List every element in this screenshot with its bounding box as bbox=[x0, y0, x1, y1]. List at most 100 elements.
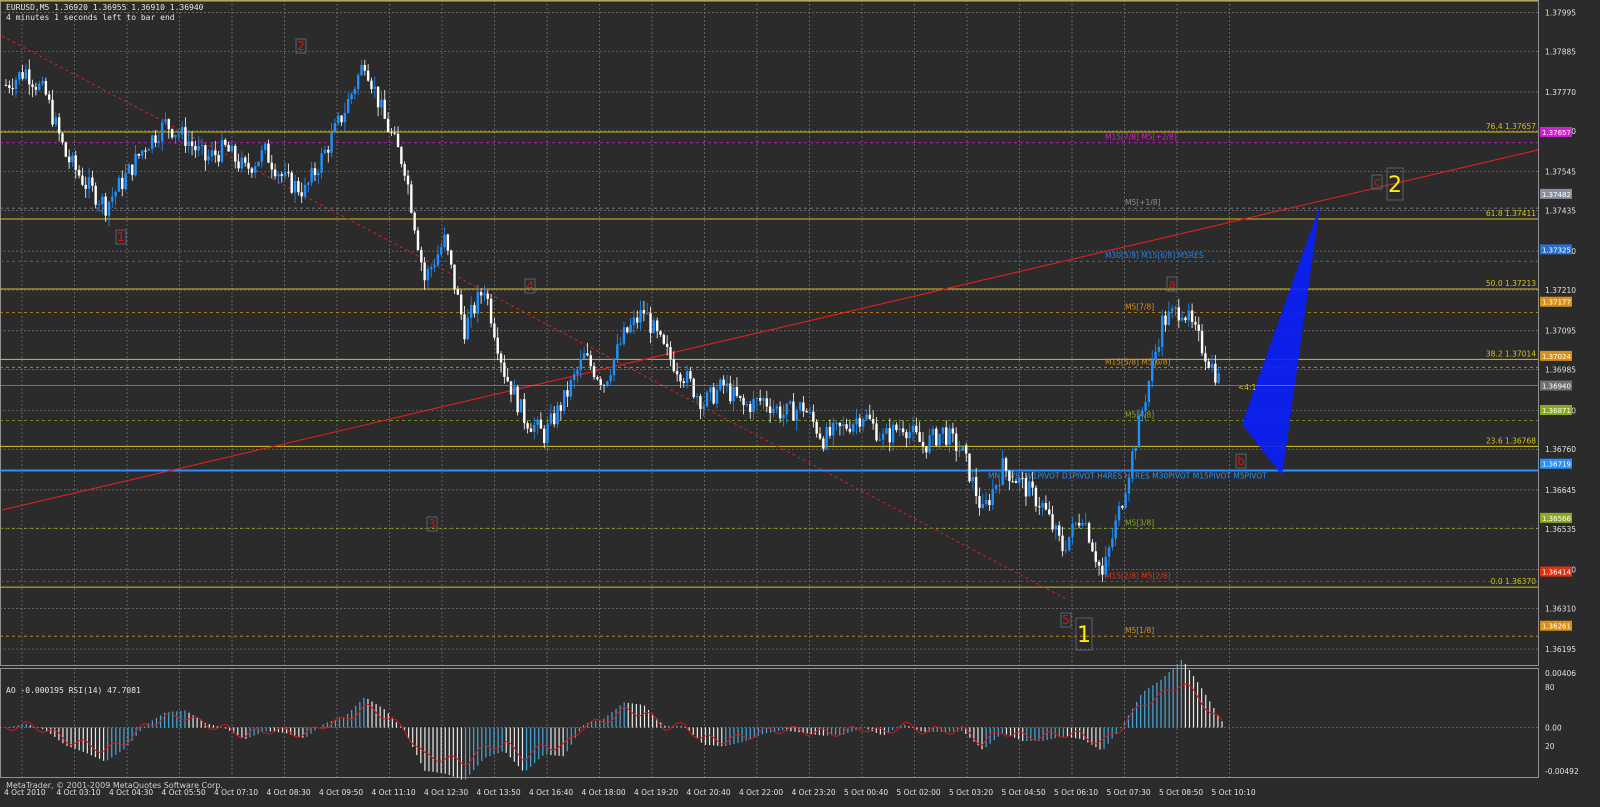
candle-body bbox=[150, 135, 154, 150]
candle-body bbox=[695, 395, 699, 398]
candle-body bbox=[1087, 523, 1091, 543]
candle-body bbox=[64, 142, 68, 157]
candle-body bbox=[768, 406, 772, 413]
candle-body bbox=[443, 234, 446, 248]
sub-tick-label: -0.00492 bbox=[1545, 767, 1579, 776]
candle-body bbox=[835, 422, 838, 424]
candle-body bbox=[1107, 547, 1111, 557]
candle-body bbox=[1038, 506, 1041, 508]
candle-body bbox=[287, 172, 290, 174]
candle-body bbox=[596, 377, 599, 380]
sub-tick-label: 0.00 bbox=[1545, 724, 1562, 733]
candle-body bbox=[865, 414, 868, 420]
candle-body bbox=[224, 139, 227, 145]
candle-body bbox=[187, 141, 190, 147]
candle-body bbox=[868, 414, 872, 420]
candle-body bbox=[124, 173, 127, 189]
candle-body bbox=[1034, 487, 1038, 507]
time-tick-label: 5 Oct 08:50 bbox=[1159, 788, 1203, 797]
candle-body bbox=[745, 404, 749, 406]
candle-body bbox=[685, 371, 689, 384]
candle-body bbox=[988, 500, 991, 506]
price-tick-label: 1.37770 bbox=[1545, 88, 1576, 97]
candle-body bbox=[1151, 360, 1154, 382]
candle-body bbox=[559, 405, 563, 411]
candle-body bbox=[1011, 481, 1014, 483]
time-tick-label: 4 Oct 20:40 bbox=[687, 788, 731, 797]
candle-body bbox=[1167, 311, 1171, 325]
sub-tick-label: 0.00406 bbox=[1545, 669, 1576, 678]
candle-body bbox=[692, 378, 695, 398]
candle-body bbox=[18, 72, 21, 80]
candle-body bbox=[253, 166, 257, 173]
candle-body bbox=[44, 81, 48, 95]
candle-body bbox=[875, 423, 878, 441]
murrey-label: MN1[6/8] W1PIVOT D1PIVOT H4RES H1RES M30… bbox=[988, 471, 1267, 480]
candle-body bbox=[323, 149, 327, 154]
candle-body bbox=[430, 267, 433, 270]
candle-body bbox=[360, 64, 363, 76]
candle-body bbox=[509, 381, 513, 395]
candle-body bbox=[908, 432, 911, 439]
candle-body bbox=[632, 317, 636, 325]
candle-body bbox=[702, 406, 705, 410]
price-tick-label: 1.37885 bbox=[1545, 47, 1576, 56]
candle-body bbox=[599, 379, 602, 385]
candle-body bbox=[825, 427, 828, 449]
candle-body bbox=[629, 324, 632, 333]
candle-body bbox=[901, 428, 905, 433]
candle-body bbox=[802, 402, 805, 412]
candle-body bbox=[1160, 315, 1164, 347]
price-tick-label: 1.36195 bbox=[1545, 645, 1576, 654]
candle-body bbox=[81, 175, 84, 185]
candle-body bbox=[356, 75, 360, 89]
candle-body bbox=[938, 433, 941, 446]
candle-body bbox=[1041, 503, 1044, 508]
candle-body bbox=[67, 156, 71, 163]
chart-window[interactable]: 1.379951.378851.377701.376601.375451.374… bbox=[0, 0, 1600, 807]
candle-body bbox=[117, 177, 121, 192]
candle-body bbox=[881, 433, 885, 440]
candle-body bbox=[898, 428, 901, 431]
candle-body bbox=[1004, 458, 1008, 471]
candle-body bbox=[217, 155, 220, 162]
candle-body bbox=[742, 397, 745, 406]
candle-body bbox=[533, 424, 536, 432]
candle-body bbox=[164, 119, 167, 123]
candle-body bbox=[54, 117, 58, 125]
candle-body bbox=[845, 424, 848, 429]
candle-body bbox=[765, 398, 769, 407]
candle-body bbox=[111, 196, 114, 202]
candle-body bbox=[506, 376, 509, 382]
price-chart[interactable]: 1.379951.378851.377701.376601.375451.374… bbox=[0, 0, 1600, 807]
candle-body bbox=[14, 79, 18, 90]
candle-body bbox=[715, 389, 719, 404]
candle-body bbox=[911, 425, 915, 433]
candle-body bbox=[1214, 363, 1217, 383]
candle-body bbox=[1164, 315, 1167, 325]
candle-body bbox=[4, 84, 8, 86]
candle-body bbox=[210, 150, 214, 157]
candle-body bbox=[735, 387, 739, 396]
candle-body bbox=[373, 86, 376, 89]
candle-body bbox=[21, 72, 24, 79]
symbol-header: EURUSD,M5 1.36920 1.36955 1.36910 1.3694… bbox=[6, 3, 204, 12]
price-tick-label: 1.37545 bbox=[1545, 168, 1576, 177]
wave-label-1: 1 bbox=[117, 230, 125, 244]
price-tick-label: 1.37210 bbox=[1545, 286, 1576, 295]
candle-body bbox=[795, 409, 798, 421]
candle-body bbox=[343, 112, 347, 123]
fib-level-label: 61.8 1.37411 bbox=[1486, 209, 1536, 218]
candle-body bbox=[971, 477, 975, 482]
candle-body bbox=[400, 147, 403, 164]
candle-body bbox=[1097, 561, 1101, 566]
candle-body bbox=[529, 428, 533, 432]
candle-body bbox=[513, 386, 516, 395]
time-tick-label: 4 Oct 12:30 bbox=[424, 788, 468, 797]
candle-body bbox=[818, 433, 822, 439]
candle-body bbox=[788, 401, 792, 404]
price-tick-label: 1.36760 bbox=[1545, 445, 1576, 454]
candle-body bbox=[24, 69, 28, 79]
price-tick-label: 1.36985 bbox=[1545, 366, 1576, 375]
candle-body bbox=[885, 428, 888, 434]
